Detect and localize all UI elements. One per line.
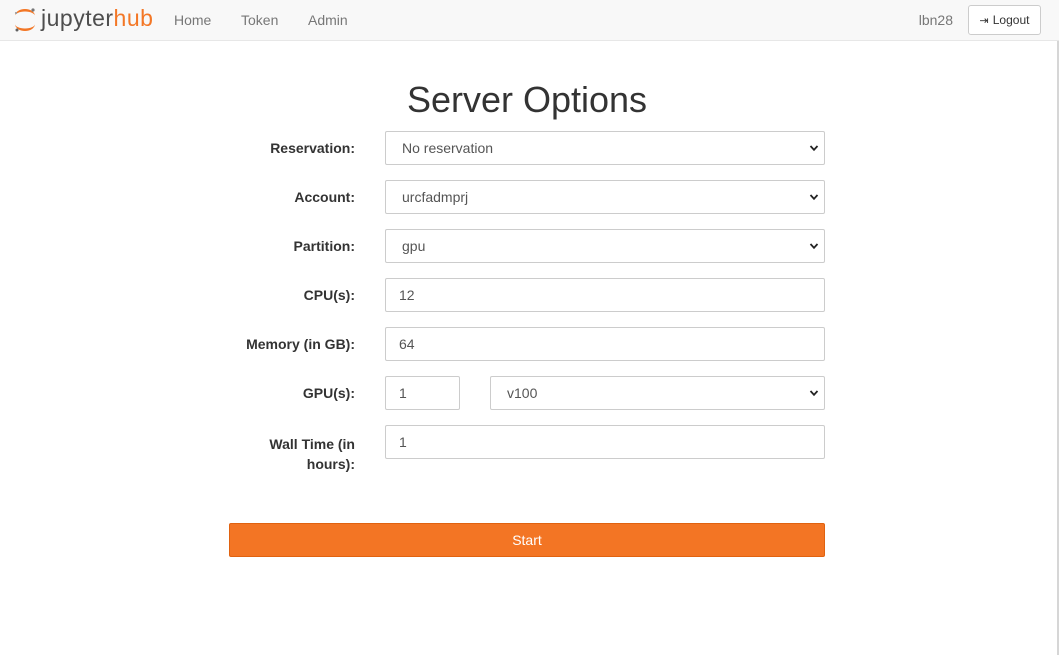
page-title: Server Options [406, 79, 648, 120]
brand-text: jupyterhub [41, 4, 154, 31]
account-label: Account: [294, 189, 355, 205]
cpus-label: CPU(s): [303, 287, 355, 303]
sign-out-icon: ⇥ [979, 14, 989, 27]
logout-button[interactable]: ⇥ Logout [968, 5, 1041, 35]
chevron-down-icon [809, 243, 819, 250]
account-select[interactable]: urcfadmprj [385, 180, 825, 214]
reservation-select[interactable]: No reservation [385, 131, 825, 165]
gpu-type-value: v100 [507, 385, 538, 401]
memory-label: Memory (in GB): [246, 336, 355, 352]
account-value: urcfadmprj [402, 189, 469, 205]
partition-label: Partition: [293, 238, 355, 254]
jupyter-logo-icon [14, 8, 35, 32]
logout-label: Logout [992, 13, 1030, 27]
cpus-input[interactable]: 12 [385, 278, 825, 312]
username: lbn28 [918, 12, 953, 28]
partition-select[interactable]: gpu [385, 229, 825, 263]
walltime-label-line1: Wall Time (in [269, 436, 355, 452]
brand-text-hub: hub [113, 4, 154, 31]
nav-home-link[interactable]: Home [174, 12, 211, 28]
chevron-down-icon [809, 194, 819, 201]
walltime-label: Wall Time (in hours): [269, 434, 355, 474]
gpus-label: GPU(s): [302, 385, 355, 401]
navbar: jupyterhub Home Token Admin lbn28 ⇥ Logo… [0, 0, 1059, 41]
gpu-type-select[interactable]: v100 [490, 376, 825, 410]
chevron-down-icon [809, 145, 819, 152]
nav-admin-link[interactable]: Admin [308, 12, 348, 28]
reservation-label: Reservation: [270, 140, 355, 156]
reservation-value: No reservation [402, 140, 494, 156]
nav-token-link[interactable]: Token [241, 12, 278, 28]
walltime-input[interactable]: 1 [385, 425, 825, 459]
gpu-count-value: 1 [399, 385, 407, 401]
chevron-down-icon [809, 390, 819, 397]
walltime-label-line2: hours): [306, 456, 355, 472]
brand-text-jupyter: jupyter [41, 4, 114, 31]
partition-value: gpu [402, 238, 426, 254]
start-button[interactable]: Start [229, 523, 825, 557]
jupyterhub-logo[interactable]: jupyterhub [12, 4, 153, 36]
gpu-count-input[interactable]: 1 [385, 376, 460, 410]
cpus-value: 12 [399, 287, 415, 303]
memory-value: 64 [399, 336, 415, 352]
walltime-value: 1 [399, 434, 407, 450]
memory-input[interactable]: 64 [385, 327, 825, 361]
